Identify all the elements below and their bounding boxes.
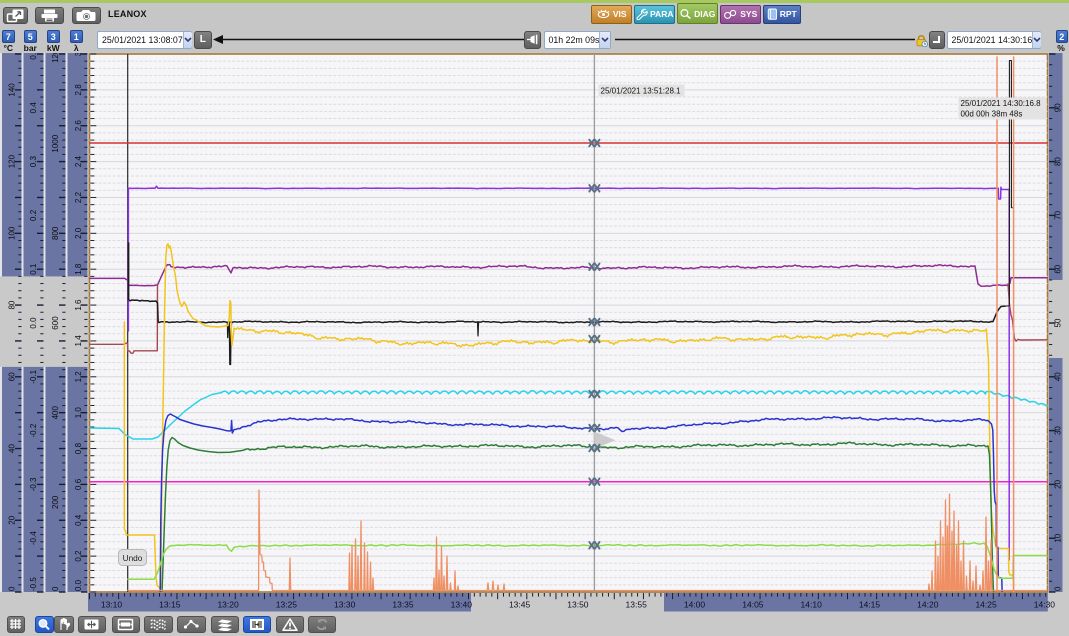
svg-text:1.4: 1.4 [74,335,83,347]
svg-text:80: 80 [1053,157,1062,166]
svg-text:14:05: 14:05 [742,600,764,610]
svg-text:600: 600 [51,316,60,330]
svg-text:14:00: 14:00 [684,600,706,610]
svg-text:30: 30 [1053,426,1062,435]
svg-text:13:55: 13:55 [626,600,648,610]
svg-text:0.0: 0.0 [74,579,83,591]
svg-text:0.1: 0.1 [29,263,38,275]
svg-text:70: 70 [1053,210,1062,219]
svg-text:1.0: 1.0 [74,407,83,419]
svg-text:2.2: 2.2 [74,191,83,203]
svg-text:14:30: 14:30 [1034,600,1056,610]
svg-text:0: 0 [1053,586,1062,591]
svg-text:00d 00h 38m 48s: 00d 00h 38m 48s [961,109,1023,118]
svg-text:14:20: 14:20 [917,600,939,610]
svg-text:1000: 1000 [51,134,60,152]
svg-text:60: 60 [7,372,16,381]
svg-text:25/01/2021 13:51:28.1: 25/01/2021 13:51:28.1 [601,86,682,95]
svg-text:0.8: 0.8 [74,442,83,454]
svg-text:0.2: 0.2 [29,209,38,221]
svg-text:120: 120 [7,154,16,168]
svg-text:60: 60 [1053,264,1062,273]
svg-text:10: 10 [1053,533,1062,542]
svg-text:13:35: 13:35 [392,600,414,610]
svg-text:13:50: 13:50 [567,600,589,610]
svg-text:2.6: 2.6 [74,120,83,132]
svg-text:3: 3 [74,51,83,56]
svg-text:20: 20 [1053,479,1062,488]
svg-text:0.0: 0.0 [29,317,38,329]
svg-text:Undo: Undo [123,553,143,563]
svg-text:0.6: 0.6 [74,478,83,490]
svg-text:13:40: 13:40 [451,600,473,610]
svg-text:-0.5: -0.5 [29,577,38,591]
svg-text:1.2: 1.2 [74,371,83,383]
svg-text:0.5: 0.5 [29,48,38,60]
svg-text:13:30: 13:30 [334,600,356,610]
svg-text:1.6: 1.6 [74,299,83,311]
svg-text:0.4: 0.4 [29,102,38,114]
svg-text:13:10: 13:10 [101,600,123,610]
svg-text:-0.3: -0.3 [29,477,38,491]
svg-text:-0.4: -0.4 [29,531,38,545]
svg-text:2.4: 2.4 [74,155,83,167]
svg-text:13:25: 13:25 [276,600,298,610]
svg-text:13:15: 13:15 [159,600,181,610]
svg-text:1200: 1200 [51,45,60,63]
svg-text:2.0: 2.0 [74,227,83,239]
svg-text:200: 200 [51,495,60,509]
svg-text:-0.2: -0.2 [29,423,38,437]
svg-text:40: 40 [7,444,16,453]
svg-text:80: 80 [7,300,16,309]
svg-text:50: 50 [1053,318,1062,327]
svg-text:-0.1: -0.1 [29,369,38,383]
svg-text:400: 400 [51,405,60,419]
svg-text:140: 140 [7,83,16,97]
svg-text:20: 20 [7,515,16,524]
svg-text:13:45: 13:45 [509,600,531,610]
svg-text:14:25: 14:25 [975,600,997,610]
svg-text:40: 40 [1053,372,1062,381]
svg-text:13:20: 13:20 [217,600,239,610]
svg-text:0.4: 0.4 [74,514,83,526]
svg-text:100: 100 [7,226,16,240]
svg-text:25/01/2021 14:30:16.8: 25/01/2021 14:30:16.8 [961,99,1042,108]
svg-text:2.8: 2.8 [74,84,83,96]
svg-text:14:15: 14:15 [859,600,881,610]
svg-text:90: 90 [1053,103,1062,112]
svg-text:800: 800 [51,226,60,240]
svg-text:0: 0 [51,586,60,591]
svg-text:0.3: 0.3 [29,155,38,167]
svg-text:14:10: 14:10 [801,600,823,610]
svg-text:0: 0 [7,586,16,591]
svg-text:1.8: 1.8 [74,263,83,275]
svg-text:0.2: 0.2 [74,550,83,562]
